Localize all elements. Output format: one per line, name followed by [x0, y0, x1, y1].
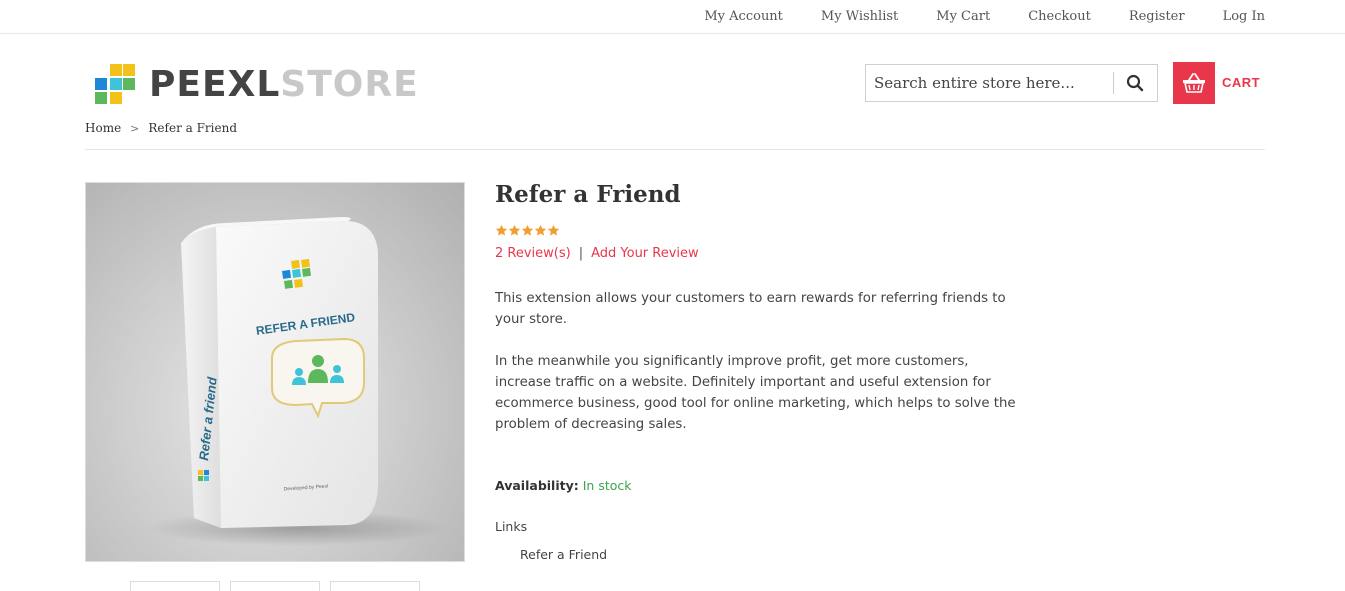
product-image[interactable]: REFER A FRIEND Refer a friend Developed … — [85, 182, 465, 562]
logo-mark-icon — [95, 64, 137, 106]
breadcrumb: Home > Refer a Friend — [85, 121, 237, 135]
logo-text-dark: PEEXL — [149, 64, 281, 105]
search-input[interactable] — [866, 65, 1113, 101]
breadcrumb-home[interactable]: Home — [85, 121, 121, 135]
thumbnail-2[interactable] — [230, 581, 320, 591]
basket-icon — [1183, 73, 1205, 93]
stock-status: In stock — [582, 478, 632, 493]
reviews-line: 2 Review(s) | Add Your Review — [495, 246, 699, 261]
logo-text: PEEXLSTORE — [149, 67, 419, 103]
my-account-link[interactable]: My Account — [704, 9, 783, 24]
product-description: This extension allows your customers to … — [495, 288, 1025, 456]
header-divider — [85, 149, 1265, 150]
my-wishlist-link[interactable]: My Wishlist — [821, 9, 898, 24]
product-box-illustration: REFER A FRIEND Refer a friend Developed … — [146, 217, 446, 546]
availability: Availability: In stock — [495, 478, 632, 493]
reviews-count-link[interactable]: 2 Review(s) — [495, 246, 571, 261]
description-paragraph-1: This extension allows your customers to … — [495, 291, 1006, 327]
thumbnail-3[interactable] — [330, 581, 420, 591]
search-button[interactable] — [1114, 65, 1157, 101]
checkout-link[interactable]: Checkout — [1028, 9, 1091, 24]
my-cart-link[interactable]: My Cart — [936, 9, 990, 24]
star-icon — [495, 224, 508, 236]
log-in-link[interactable]: Log In — [1223, 9, 1265, 24]
thumbnail-1[interactable] — [130, 581, 220, 591]
link-item-refer-a-friend[interactable]: Refer a Friend — [520, 547, 607, 562]
star-icon — [547, 224, 560, 236]
star-icon — [508, 224, 521, 236]
top-bar: My Account My Wishlist My Cart Checkout … — [0, 0, 1345, 34]
top-links: My Account My Wishlist My Cart Checkout … — [666, 0, 1265, 33]
product-title: Refer a Friend — [495, 181, 681, 208]
add-review-link[interactable]: Add Your Review — [591, 246, 699, 261]
store-logo[interactable]: PEEXLSTORE — [95, 64, 419, 106]
reviews-separator: | — [578, 246, 584, 261]
availability-label: Availability: — [495, 478, 579, 493]
breadcrumb-current: Refer a Friend — [148, 121, 238, 135]
search-icon — [1127, 74, 1144, 92]
rating-stars — [495, 224, 560, 237]
links-title: Links — [495, 519, 528, 534]
breadcrumb-separator: > — [130, 121, 140, 135]
search-form — [865, 64, 1158, 102]
register-link[interactable]: Register — [1129, 9, 1185, 24]
cart-button[interactable] — [1173, 62, 1215, 104]
logo-text-light: STORE — [280, 64, 419, 105]
cart-label[interactable]: CART — [1222, 75, 1260, 90]
star-icon — [521, 224, 534, 236]
description-paragraph-2: In the meanwhile you significantly impro… — [495, 354, 1016, 432]
thumbnail-strip — [130, 581, 420, 591]
star-icon — [534, 224, 547, 236]
